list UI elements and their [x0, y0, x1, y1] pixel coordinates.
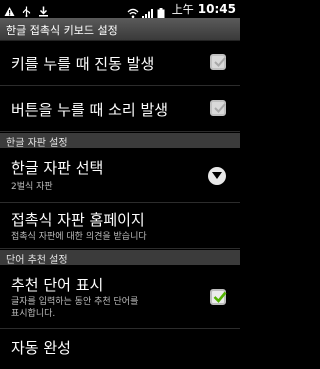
suggestions-checkbox[interactable]: [210, 289, 227, 305]
word-section-label: 단어 추천 설정: [6, 255, 68, 266]
layout-select-summary: 2벌식 자판: [11, 182, 53, 192]
sound-setting-title: 버튼을 누를 때 소리 발생: [11, 101, 169, 119]
status-time: 10:45: [197, 2, 236, 16]
suggestions-summary-line2: 표시합니다.: [11, 309, 56, 319]
signal-icon: [141, 4, 153, 19]
chevron-down-icon[interactable]: [208, 167, 226, 185]
vibrate-setting-title: 키를 누를 때 진동 발생: [11, 55, 155, 73]
download-icon: [38, 2, 49, 17]
autocomplete-row[interactable]: 자동 완성: [0, 329, 240, 369]
hangul-section-header: 한글 자판 설정: [0, 133, 240, 149]
sound-setting-row[interactable]: 버튼을 누를 때 소리 발생: [0, 86, 240, 132]
layout-select-row[interactable]: 한글 자판 선택 2벌식 자판: [0, 149, 240, 203]
homepage-summary: 접촉식 자판에 대한 의견을 받습니다: [11, 232, 147, 242]
suggestions-title: 추천 단어 표시: [11, 276, 104, 294]
vibrate-checkbox[interactable]: [210, 54, 226, 70]
title-bar: 한글 접촉식 키보드 설정: [0, 18, 240, 41]
status-ampm: 上午: [171, 3, 194, 16]
page-title: 한글 접촉식 키보드 설정: [6, 24, 118, 37]
warning-icon: [4, 2, 15, 16]
homepage-row[interactable]: 접촉식 자판 홈페이지 접촉식 자판에 대한 의견을 받습니다: [0, 203, 240, 249]
autocomplete-title: 자동 완성: [11, 339, 71, 357]
layout-select-title: 한글 자판 선택: [11, 159, 104, 177]
wifi-icon: [127, 4, 139, 18]
suggestions-summary-line1: 글자를 입력하는 동안 추천 단어를: [11, 297, 139, 307]
vibrate-setting-row[interactable]: 키를 누를 때 진동 발생: [0, 41, 240, 86]
hangul-section-label: 한글 자판 설정: [6, 138, 68, 149]
battery-icon: [157, 4, 168, 19]
homepage-title: 접촉식 자판 홈페이지: [11, 211, 145, 229]
usb-icon: [21, 2, 32, 17]
status-bar: 上午 10:45: [0, 0, 240, 19]
suggestions-row[interactable]: 추천 단어 표시 글자를 입력하는 동안 추천 단어를 표시합니다.: [0, 266, 240, 329]
word-section-header: 단어 추천 설정: [0, 250, 240, 266]
sound-checkbox[interactable]: [210, 100, 226, 116]
